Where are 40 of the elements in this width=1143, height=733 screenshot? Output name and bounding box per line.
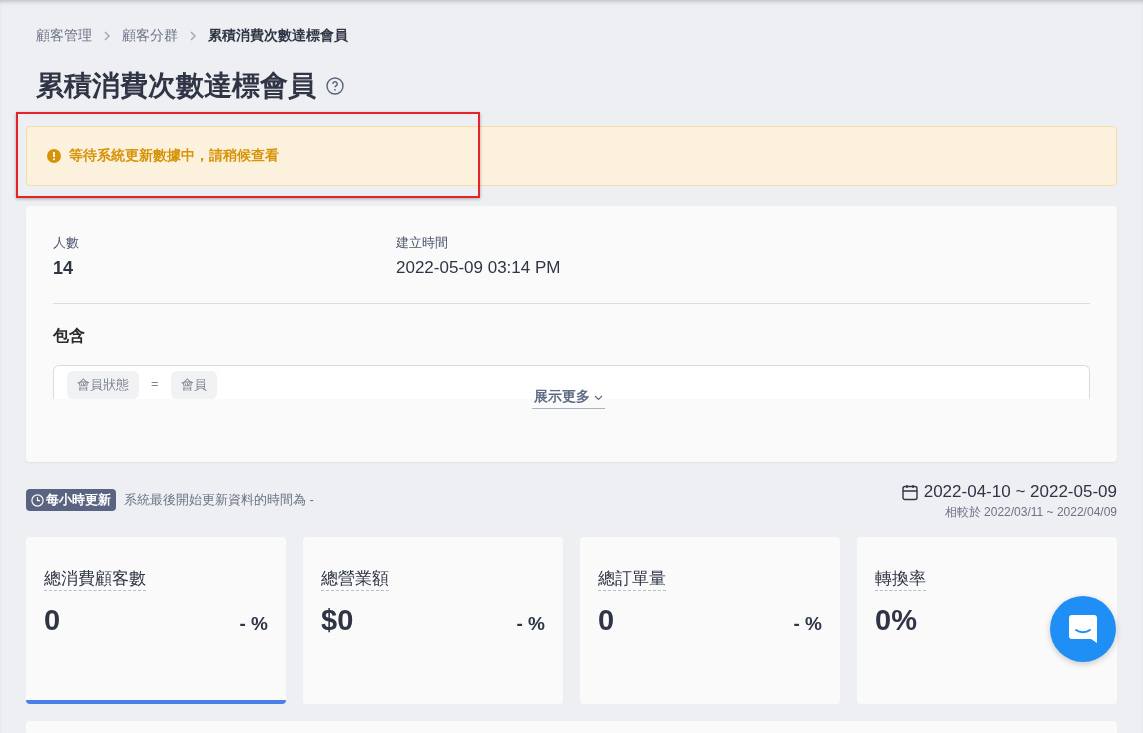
metric-change: - % (793, 613, 822, 635)
page-title: 累積消費次數達標會員 (36, 69, 316, 103)
calendar-icon[interactable] (901, 483, 918, 501)
field-value: 14 (53, 258, 75, 279)
clock-icon (31, 493, 44, 507)
date-range[interactable]: 2022-04-10 ~ 2022-05-09 (923, 482, 1117, 502)
metric-label: 總消費顧客數 (44, 569, 146, 591)
metric-card[interactable]: 總訂單量 0 - % (580, 537, 840, 704)
metric-label: 總訂單量 (598, 569, 666, 591)
breadcrumb-item[interactable]: 顧客管理 (36, 27, 92, 45)
chevron-right-icon (102, 31, 112, 41)
breadcrumb-item[interactable]: 顧客分群 (122, 27, 178, 45)
metric-value: 0 (44, 604, 61, 637)
condition-tag: 會員 (170, 371, 217, 399)
warning-icon (47, 149, 61, 163)
chevron-right-icon (188, 31, 198, 41)
metric-card[interactable]: 轉換率 0% (857, 537, 1117, 704)
metric-label: 總營業額 (321, 569, 389, 591)
operator-text: = (151, 375, 159, 391)
field-label: 建立時間 (396, 234, 449, 252)
warning-text: 等待系統更新數據中，請稍候查看 (69, 147, 279, 165)
field-value: 2022-05-09 03:14 PM (396, 258, 562, 278)
condition-tag: 會員狀態 (67, 371, 139, 399)
metric-value: $0 (321, 604, 354, 637)
update-badge: 每小時更新 (26, 489, 116, 511)
compare-range: 相較於 2022/03/11 ~ 2022/04/09 (944, 504, 1117, 521)
metric-label: 轉換率 (875, 569, 926, 591)
metric-card[interactable]: 總消費顧客數 0 - % (26, 537, 286, 704)
help-icon[interactable] (326, 77, 344, 95)
show-more-link[interactable]: 展示更多 (532, 388, 605, 409)
metric-value: 0% (875, 604, 917, 637)
section-title: 包含 (53, 326, 86, 346)
metric-card[interactable]: 總營業額 $0 - % (303, 537, 563, 704)
update-note: 系統最後開始更新資料的時間為 - (124, 491, 314, 509)
chat-icon (1067, 613, 1099, 645)
breadcrumb-item: 累積消費次數達標會員 (208, 27, 348, 45)
metric-change: - % (239, 613, 268, 635)
metric-value: 0 (598, 604, 615, 637)
metric-change: - % (516, 613, 545, 635)
field-label: 人數 (53, 234, 80, 252)
